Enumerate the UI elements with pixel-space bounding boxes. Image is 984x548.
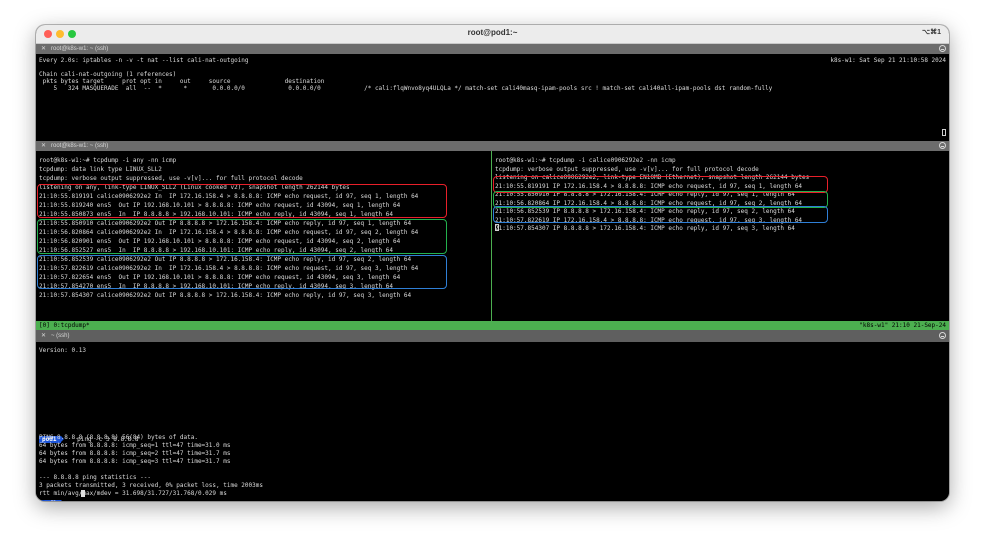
terminal-line: PING 8.8.8.8 (8.8.8.8) 56(84) bytes of d…: [39, 434, 198, 441]
pane-tab-label: root@k8s-w1: ~ (ssh): [51, 143, 109, 149]
pane-tab-pod[interactable]: ✕ ~ (ssh): [36, 330, 949, 342]
terminal-line: 64 bytes from 8.8.8.8: icmp_seq=2 ttl=47…: [39, 450, 231, 457]
terminal-line: 21:10:57.854307 calice0906292e2 Out IP 8…: [39, 292, 412, 299]
pane-tab-tcpdump[interactable]: ✕ root@k8s-w1: ~ (ssh): [36, 141, 949, 151]
terminal-line: 3 packets transmitted, 3 received, 0% pa…: [39, 482, 263, 489]
tmux-status-right: "k8s-w1" 21:10 21-Sep-24: [859, 322, 946, 329]
shell-prompt: pod1 ping -c 3 8.8.8.8: [39, 426, 139, 443]
terminal-line: tcpdump: data link type LINUX_SLL2: [39, 166, 162, 173]
terminal-line: rtt min/avg/max/mdev = 31.698/31.727/31.…: [39, 490, 227, 497]
terminal-line: 5 324 MASQUERADE all -- * * 0.0.0.0/0 0.…: [39, 85, 773, 92]
tmux-window-list[interactable]: [0] 0:tcpdump*: [39, 321, 90, 330]
minus-circle-icon[interactable]: [939, 45, 946, 52]
seq2-highlight-box: [37, 219, 447, 254]
terminal-line: tcpdump: verbose output suppressed, use …: [39, 175, 303, 182]
terminal-line: pkts bytes target prot opt in out source…: [39, 78, 325, 85]
terminal-line: 64 bytes from 8.8.8.8: icmp_seq=1 ttl=47…: [39, 442, 231, 449]
terminal-line: Every 2.0s: iptables -n -v -t nat --list…: [39, 57, 249, 64]
terminal-line: root@k8s-w1:~# tcpdump -i calice0906292e…: [495, 157, 676, 164]
pane-tab-label: root@k8s-w1: ~ (ssh): [51, 46, 109, 52]
pod-shell-pane[interactable]: Version: 0.13 pod1 ping -c 3 8.8.8.8 PIN…: [36, 342, 949, 501]
version-line: Version: 0.13: [39, 347, 86, 354]
watch-timestamp: k8s-w1: Sat Sep 21 21:10:58 2024: [830, 57, 946, 64]
terminal-line: root@k8s-w1:~# tcpdump -i any -nn icmp: [39, 157, 177, 164]
pane-iptables-watch[interactable]: Every 2.0s: iptables -n -v -t nat --list…: [36, 54, 949, 139]
terminal-line: --- 8.8.8.8 ping statistics ---: [39, 474, 151, 481]
terminal-cursor: [81, 490, 85, 497]
close-icon[interactable]: ✕: [41, 44, 46, 54]
title-bar: root@pod1:~ ⌥⌘1: [36, 25, 949, 44]
terminal-line: 21:10:57.854307 IP 8.8.8.8 > 172.16.158.…: [495, 225, 795, 232]
terminal-line: tcpdump: verbose output suppressed, use …: [495, 165, 759, 173]
window-title: root@pod1:~: [467, 28, 518, 37]
tcpdump-any-pane[interactable]: root@k8s-w1:~# tcpdump -i any -nn icmp tc…: [36, 151, 491, 321]
close-icon[interactable]: ✕: [41, 330, 46, 342]
close-icon[interactable]: ✕: [41, 141, 46, 151]
pane-tab-watch[interactable]: ✕ root@k8s-w1: ~ (ssh): [36, 44, 949, 54]
minus-circle-icon[interactable]: [939, 332, 946, 339]
terminal-line: 64 bytes from 8.8.8.8: icmp_seq=3 ttl=47…: [39, 458, 231, 465]
pane-tab-label: ~ (ssh): [51, 333, 70, 339]
seq3-highlight-box: [493, 206, 828, 223]
tcpdump-veth-pane[interactable]: root@k8s-w1:~# tcpdump -i calice0906292e…: [492, 151, 949, 321]
tmux-status-bar: [0] 0:tcpdump* "k8s-w1" 21:10 21-Sep-24: [36, 321, 949, 330]
terminal-cursor: [495, 224, 499, 231]
seq1-highlight-box: [37, 184, 447, 218]
minus-circle-icon[interactable]: [939, 142, 946, 149]
shell-prompt-active[interactable]: pod1: [39, 490, 85, 501]
terminal-line: Chain cali-nat-outgoing (1 references): [39, 71, 177, 78]
terminal-cursor: [942, 129, 946, 136]
window-shortcut: ⌥⌘1: [922, 29, 941, 36]
prompt-host: pod1: [39, 500, 65, 501]
seq3-highlight-box: [37, 255, 447, 289]
terminal-window: root@pod1:~ ⌥⌘1 ✕ root@k8s-w1: ~ (ssh) E…: [36, 25, 949, 501]
